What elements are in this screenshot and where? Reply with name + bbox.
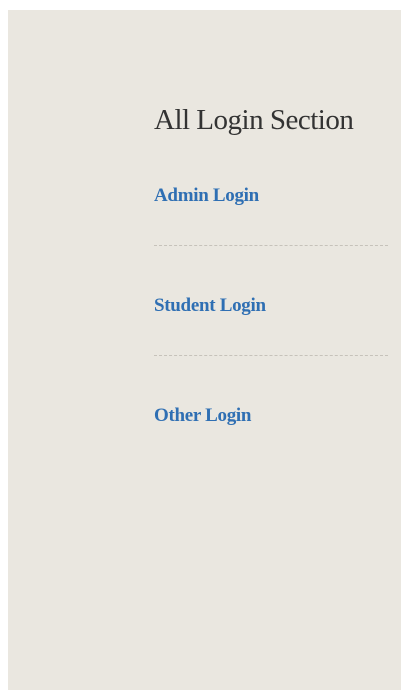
list-item: Other Login bbox=[154, 404, 388, 428]
login-link-list: Admin Login Student Login Other Login bbox=[154, 184, 388, 428]
student-login-link[interactable]: Student Login bbox=[154, 294, 388, 318]
list-item: Admin Login bbox=[154, 184, 388, 246]
admin-login-link[interactable]: Admin Login bbox=[154, 184, 388, 208]
other-login-link[interactable]: Other Login bbox=[154, 404, 388, 428]
list-item: Student Login bbox=[154, 294, 388, 356]
section-title: All Login Section bbox=[154, 104, 354, 136]
login-panel: All Login Section Admin Login Student Lo… bbox=[8, 10, 401, 690]
login-section: All Login Section Admin Login Student Lo… bbox=[154, 102, 388, 428]
